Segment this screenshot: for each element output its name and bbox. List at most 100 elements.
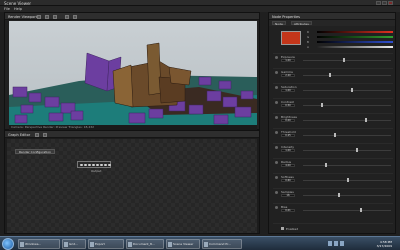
slider-thumb[interactable] <box>338 193 341 197</box>
property-row: Saturation 1.00 <box>273 83 393 92</box>
slider-thumb[interactable] <box>355 148 358 152</box>
node-port[interactable] <box>80 163 83 166</box>
slider-thumb[interactable] <box>320 103 323 107</box>
alpha-slider[interactable] <box>317 46 393 48</box>
enabled-row: Enabled <box>273 223 393 232</box>
clock[interactable]: 4:58 PM 3/17/2009 <box>377 240 392 248</box>
expand-icon[interactable] <box>275 116 278 119</box>
start-button[interactable] <box>2 238 14 250</box>
graph-node[interactable] <box>77 161 111 168</box>
expand-icon[interactable] <box>275 176 278 179</box>
expand-icon[interactable] <box>275 101 278 104</box>
menu-file[interactable]: File <box>4 7 10 11</box>
node-port[interactable] <box>84 163 87 166</box>
property-slider[interactable] <box>303 134 391 136</box>
property-slider[interactable] <box>303 149 391 151</box>
property-value-field[interactable]: 1.00 <box>281 148 295 152</box>
property-slider[interactable] <box>303 164 391 166</box>
taskbar-item[interactable]: Command Pr... <box>202 239 242 249</box>
property-slider[interactable] <box>303 104 391 106</box>
color-swatch[interactable] <box>281 31 301 45</box>
add-node-icon[interactable] <box>35 132 39 137</box>
node-port[interactable] <box>96 163 99 166</box>
taskbar-item[interactable]: Grid... <box>62 239 86 249</box>
network-icon[interactable] <box>328 241 332 246</box>
render-viewport[interactable] <box>9 21 257 125</box>
node-label: Output <box>91 169 102 173</box>
close-icon[interactable] <box>388 1 393 5</box>
green-slider[interactable] <box>317 36 393 38</box>
expand-icon[interactable] <box>275 131 278 134</box>
property-row: Gamma 2.20 <box>273 68 393 77</box>
property-value-field[interactable]: 0.25 <box>281 133 295 137</box>
grid-icon[interactable] <box>65 14 69 19</box>
tab-attributes[interactable]: Attributes <box>291 21 312 26</box>
play-icon[interactable] <box>45 14 49 19</box>
property-value-field[interactable]: 4.00 <box>281 163 295 167</box>
property-value-field[interactable]: 0.50 <box>281 103 295 107</box>
slider-thumb[interactable] <box>333 133 336 137</box>
properties-tabs: Node Attributes <box>269 20 395 26</box>
property-slider[interactable] <box>303 119 391 121</box>
taskbar-item[interactable]: Scene Viewer <box>166 239 200 249</box>
menu-help[interactable]: Help <box>14 7 22 11</box>
property-slider[interactable] <box>303 89 391 91</box>
property-value-field[interactable]: 0.60 <box>281 178 295 182</box>
expand-icon[interactable] <box>275 71 278 74</box>
expand-icon[interactable] <box>275 146 278 149</box>
slider-thumb[interactable] <box>351 88 354 92</box>
maximize-icon[interactable] <box>382 1 387 5</box>
properties-header: Node Properties <box>269 13 395 20</box>
tab-node[interactable]: Node <box>272 21 286 26</box>
light-icon[interactable] <box>73 14 77 19</box>
property-row: Radius 4.00 <box>273 158 393 167</box>
property-slider[interactable] <box>303 194 391 196</box>
camera-icon[interactable] <box>37 14 41 19</box>
viewport-panel: Render Viewport Camera: Perspective Rend… <box>4 12 260 130</box>
expand-icon[interactable] <box>275 206 278 209</box>
red-slider[interactable] <box>317 31 393 33</box>
graph-canvas[interactable]: Render Configuration Output <box>7 139 257 233</box>
slider-thumb[interactable] <box>347 178 349 182</box>
settings-icon[interactable] <box>53 14 57 19</box>
property-value-field[interactable]: 16 <box>281 193 295 197</box>
property-value-field[interactable]: 1.00 <box>281 88 295 92</box>
node-port[interactable] <box>104 163 107 166</box>
property-value-field[interactable]: 0.01 <box>281 208 295 212</box>
minimize-icon[interactable] <box>376 1 381 5</box>
node-port[interactable] <box>100 163 103 166</box>
property-value-field[interactable]: 2.20 <box>281 73 295 77</box>
node-port[interactable] <box>108 163 111 166</box>
slider-thumb[interactable] <box>342 58 345 62</box>
blue-slider[interactable] <box>317 41 393 43</box>
viewport-title: Render Viewport <box>8 14 38 19</box>
expand-icon[interactable] <box>275 56 278 59</box>
property-slider[interactable] <box>303 59 391 61</box>
taskbar-item[interactable]: Export <box>88 239 124 249</box>
enabled-checkbox[interactable] <box>281 227 284 230</box>
slider-thumb[interactable] <box>325 163 327 167</box>
graph-panel: Graph Editor Render Configuration Output <box>4 130 260 234</box>
property-row: Contrast 0.50 <box>273 98 393 107</box>
clock-date: 3/17/2009 <box>376 244 392 248</box>
property-slider[interactable] <box>303 74 391 76</box>
taskbar-item[interactable]: Document_8... <box>126 239 164 249</box>
slider-thumb[interactable] <box>329 73 332 77</box>
slider-thumb[interactable] <box>360 208 363 212</box>
property-row: Samples 16 <box>273 188 393 197</box>
color-editor: R G B A <box>273 29 393 49</box>
taskbar-item[interactable]: Windows... <box>18 239 60 249</box>
node-port[interactable] <box>92 163 95 166</box>
property-value-field[interactable]: 1.00 <box>281 58 295 62</box>
property-value-field[interactable]: 0.00 <box>281 118 295 122</box>
expand-icon[interactable] <box>275 161 278 164</box>
volume-icon[interactable] <box>334 241 338 246</box>
node-port[interactable] <box>88 163 91 166</box>
node-tag[interactable]: Render Configuration <box>15 149 55 154</box>
delete-node-icon[interactable] <box>43 132 47 137</box>
expand-icon[interactable] <box>275 191 278 194</box>
security-icon[interactable] <box>340 241 344 246</box>
property-slider[interactable] <box>303 209 391 211</box>
slider-thumb[interactable] <box>364 118 367 122</box>
expand-icon[interactable] <box>275 86 278 89</box>
